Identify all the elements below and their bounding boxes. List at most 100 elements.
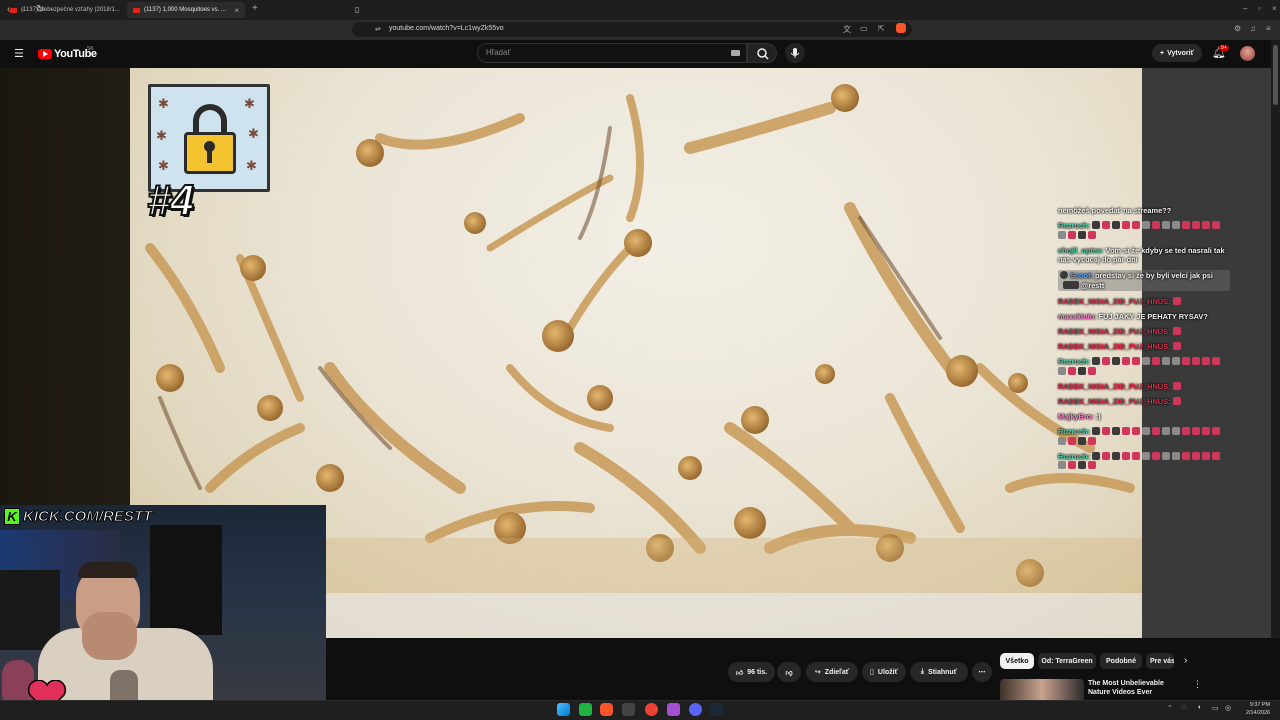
terminal-icon[interactable] — [622, 703, 635, 716]
keyhole-slot — [207, 149, 212, 163]
brave-shield-icon[interactable] — [896, 23, 906, 33]
chat-emote-icon — [1202, 451, 1211, 460]
app-icon-green[interactable] — [579, 703, 592, 716]
taskbar-clock[interactable]: 9:37 PM 2/14/2026 — [1240, 701, 1270, 717]
chat-emote-icon — [1068, 461, 1076, 470]
more-vertical-icon[interactable]: ⋮ — [1193, 679, 1202, 690]
more-actions-button[interactable]: ⋯ — [972, 662, 992, 682]
search-button[interactable] — [747, 43, 777, 63]
new-tab-button[interactable]: + — [252, 3, 258, 14]
chat-emote-icon — [1172, 357, 1181, 366]
chat-emote-icon — [1122, 357, 1131, 366]
chip-from-channel[interactable]: Od: TerraGreen — [1038, 653, 1096, 669]
chat-emote-icon — [1078, 436, 1086, 445]
create-button[interactable]: + Vytvoriť — [1152, 44, 1202, 62]
like-count: 96 tis. — [747, 668, 768, 676]
download-label: Stiahnuť — [928, 668, 958, 676]
chat-emote-icon — [1152, 427, 1161, 436]
chat-message: nemôžeš povedať na streame?? — [1058, 206, 1230, 216]
chat-username: Rozruch: — [1058, 357, 1091, 367]
share-button[interactable]: ↪ Zdieľať — [806, 662, 858, 682]
account-avatar[interactable] — [1240, 46, 1255, 61]
brave-browser-icon[interactable] — [600, 703, 613, 716]
chat-message: chojil_optee: Vom si že kdyby se ted nasr… — [1058, 246, 1230, 265]
voice-search-button[interactable] — [785, 43, 805, 63]
discord-icon[interactable] — [689, 703, 702, 716]
save-button[interactable]: ▯ Uložiť — [862, 662, 906, 682]
tray-app-icon[interactable]: ◌ — [1182, 704, 1186, 711]
chat-emote-icon — [1122, 221, 1131, 230]
like-button[interactable]: 👍︎ 96 tis. — [728, 662, 775, 682]
steam-icon[interactable] — [710, 703, 723, 716]
site-info-icon[interactable]: ⇌ — [375, 25, 381, 33]
menu-icon[interactable]: ≡ — [1266, 24, 1271, 33]
extensions-icon[interactable]: ⚙ — [1234, 24, 1241, 33]
forward-arrow-icon[interactable]: › — [21, 4, 24, 16]
recommended-thumbnail[interactable] — [1000, 679, 1084, 700]
back-arrow-icon[interactable]: ‹ — [7, 4, 10, 16]
youtube-favicon-icon — [10, 7, 17, 13]
chat-emote-icon — [1058, 230, 1066, 239]
chat-message: RADEK_NIGIA_ZID_FUJ_HNUS: — [1058, 396, 1230, 407]
mosquito-icon: ✱ — [244, 96, 255, 111]
chat-mention: @restt — [1081, 280, 1105, 290]
chevron-right-icon[interactable]: › — [1184, 655, 1187, 666]
chat-emote-icon — [1162, 221, 1171, 230]
chat-emote-icon — [1172, 427, 1181, 436]
windows-start-icon[interactable] — [557, 703, 570, 716]
minimize-icon[interactable]: – — [1243, 4, 1247, 13]
recommended-title[interactable]: The Most Unbelievable Nature Videos Ever — [1088, 679, 1184, 695]
chat-username: RADEK_NIGIA_ZID_FUJ_HNUS: — [1058, 342, 1171, 352]
share-label: Zdieľať — [824, 668, 850, 676]
chat-emote-icon — [1102, 221, 1111, 230]
microphone-icon — [790, 48, 800, 58]
bookmark-icon[interactable]: ▯ — [355, 4, 359, 16]
cast-icon[interactable]: ▭ — [860, 24, 868, 33]
chat-emote-icon — [1172, 381, 1181, 390]
scrollbar-thumb[interactable] — [1273, 45, 1278, 105]
save-label: Uložiť — [877, 668, 898, 676]
tray-network-icon[interactable]: ◎ — [1225, 704, 1231, 712]
thumbs-up-icon: 👍︎ — [735, 669, 744, 677]
chip-all[interactable]: Všetko — [1000, 653, 1034, 669]
hamburger-menu-icon[interactable]: ☰ — [14, 47, 24, 60]
chat-text: FUJ JAKY JE PEHATY RYSAV? — [1098, 311, 1208, 321]
thumbs-down-icon: 👎︎ — [785, 669, 793, 677]
tab-label: (1137) 1,000 Mosquitoes vs. ... — [144, 7, 226, 13]
share-page-icon[interactable]: ⇱ — [878, 24, 885, 33]
dislike-button[interactable]: 👎︎ — [777, 662, 801, 682]
chip-for-you[interactable]: Pre vás — [1146, 653, 1174, 669]
tray-chevron-icon[interactable]: ⌃ — [1167, 704, 1173, 712]
maximize-icon[interactable]: ▫ — [1258, 4, 1261, 13]
chat-emote-icon — [1202, 357, 1211, 366]
chat-emote-icon — [1142, 221, 1151, 230]
windows-taskbar — [0, 700, 1280, 720]
chat-emote-icon — [1068, 436, 1076, 445]
media-icon[interactable]: ♫ — [1250, 24, 1256, 33]
keyboard-icon[interactable] — [731, 50, 740, 56]
close-tab-icon[interactable]: × — [234, 6, 239, 15]
more-horizontal-icon: ⋯ — [978, 669, 986, 676]
reload-icon[interactable]: ↻ — [36, 4, 44, 16]
search-input[interactable] — [477, 43, 747, 63]
scrollbar[interactable] — [1271, 40, 1280, 700]
play-triangle-icon — [43, 51, 48, 57]
chat-message: MajkyBro::) — [1058, 412, 1230, 422]
tray-display-icon[interactable]: ▭ — [1212, 704, 1219, 712]
browser-tab-active[interactable]: (1137) 1,000 Mosquitoes vs. ... × — [127, 2, 245, 18]
translate-icon[interactable]: 文 — [843, 24, 851, 35]
app-icon-purple[interactable] — [667, 703, 680, 716]
chat-emote-icon — [1088, 436, 1096, 445]
create-label: Vytvoriť — [1167, 49, 1194, 57]
chrome-icon[interactable] — [645, 703, 658, 716]
close-window-icon[interactable]: × — [1272, 4, 1277, 13]
chat-username: Rozruch: — [1058, 451, 1091, 461]
chip-related[interactable]: Podobné — [1100, 653, 1142, 669]
webcam-door — [150, 525, 222, 635]
tray-mic-icon[interactable]: ◖ — [1197, 704, 1201, 711]
chat-emote-icon — [1162, 357, 1171, 366]
chat-username: RADEK_NIGIA_ZID_FUJ_HNUS: — [1058, 296, 1171, 306]
chat-emote-icon — [1058, 436, 1066, 445]
download-button[interactable]: ⤓ Stiahnuť — [910, 662, 968, 682]
chat-emote-icon — [1152, 451, 1161, 460]
